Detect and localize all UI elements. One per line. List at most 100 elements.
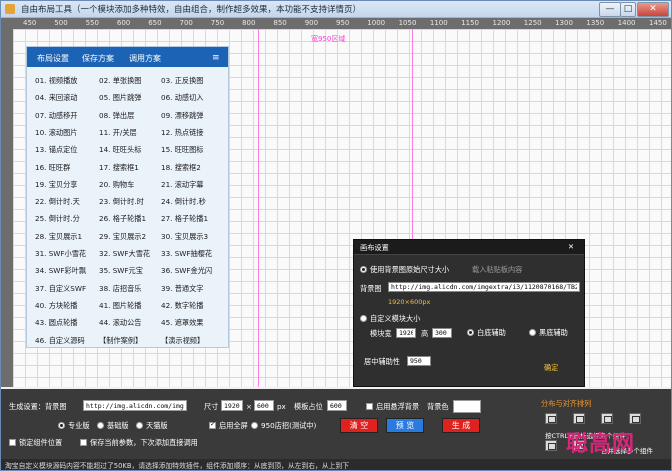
clear-button[interactable]: 清 空 — [340, 418, 378, 433]
generate-button[interactable]: 生 成 — [442, 418, 480, 433]
align-top-icon[interactable] — [545, 440, 557, 451]
effect-item[interactable]: 38. 店招音乐 — [99, 284, 141, 294]
bg-color-swatch[interactable] — [453, 400, 481, 413]
effect-item[interactable]: 02. 单张换图 — [99, 76, 141, 86]
menu-icon[interactable]: ≡ — [212, 53, 220, 63]
mode-tmall-label: 天猫版 — [146, 421, 168, 430]
tab-save-scheme[interactable]: 保存方案 — [82, 53, 114, 64]
effect-item[interactable]: 30. 宝贝展示3 — [161, 232, 208, 242]
module-height-input[interactable] — [432, 328, 452, 338]
effect-item[interactable]: 14. 旺旺头标 — [99, 145, 141, 155]
effect-item[interactable]: 37. 自定义SWF — [35, 284, 86, 294]
distribute-icon[interactable] — [629, 413, 641, 424]
ruler-tick: 550 — [85, 19, 99, 27]
gen-bg-url-input[interactable] — [83, 400, 187, 411]
bg-image-label: 背景图 — [360, 284, 382, 293]
effect-item[interactable]: 45. 遮罩效果 — [161, 318, 203, 328]
ruler-tick: 1150 — [461, 19, 480, 27]
effect-item[interactable]: 22. 倒计时.天 — [35, 197, 80, 207]
effect-item[interactable]: 12. 热点链接 — [161, 128, 203, 138]
custom-size-label: 自定义模块大小 — [370, 314, 421, 323]
dark-assist-radio[interactable] — [529, 329, 536, 336]
float-bg-checkbox[interactable] — [366, 403, 373, 410]
effect-item[interactable]: 43. 圆点轮播 — [35, 318, 77, 328]
size-width-input[interactable] — [221, 400, 243, 411]
effect-item[interactable]: 13. 锚点定位 — [35, 145, 77, 155]
close-button[interactable]: ✕ — [637, 2, 669, 17]
effect-item[interactable]: 27. 格子轮播1 — [161, 214, 208, 224]
effect-item[interactable]: 03. 正反换图 — [161, 76, 203, 86]
size-height-input[interactable] — [254, 400, 274, 411]
effect-item[interactable]: 32. SWF大雪花 — [99, 249, 150, 259]
confirm-button[interactable]: 确定 — [544, 363, 558, 373]
effect-item[interactable]: 15. 旺旺图标 — [161, 145, 203, 155]
effect-item[interactable]: 08. 弹出层 — [99, 111, 134, 121]
align-left-icon[interactable] — [545, 413, 557, 424]
effect-item[interactable]: 21. 滚动字幕 — [161, 180, 203, 190]
effect-item[interactable]: 25. 倒计时.分 — [35, 214, 80, 224]
save-params-checkbox[interactable] — [80, 439, 87, 446]
center-assist-input[interactable] — [407, 356, 431, 366]
effect-item[interactable]: 11. 开/关层 — [99, 128, 137, 138]
load-clipboard-button[interactable]: 载入粘贴板内容 — [472, 265, 522, 275]
mode-basic-radio[interactable] — [97, 422, 104, 429]
effect-item[interactable]: 07. 动感移开 — [35, 111, 77, 121]
ruler-tick: 1350 — [586, 19, 605, 27]
use-bg-size-radio[interactable] — [360, 266, 367, 273]
effect-item[interactable]: 20. 购物车 — [99, 180, 134, 190]
effect-item[interactable]: 24. 倒计时.秒 — [161, 197, 206, 207]
tab-layout-settings[interactable]: 布局设置 — [37, 53, 69, 64]
effect-item[interactable]: 40. 方块轮播 — [35, 301, 77, 311]
guide-label: 宽950区域 — [311, 35, 346, 43]
custom-size-radio[interactable] — [360, 315, 367, 322]
mode-pro-radio[interactable] — [58, 422, 65, 429]
maximize-button[interactable]: □ — [620, 2, 636, 17]
align-right-icon[interactable] — [601, 413, 613, 424]
effect-item[interactable]: 18. 搜索框2 — [161, 163, 201, 173]
fullscreen-checkbox[interactable] — [209, 420, 216, 429]
effect-item[interactable]: 26. 格子轮播1 — [99, 214, 146, 224]
effect-item[interactable]: 33. SWF抽樱花 — [161, 249, 212, 259]
effect-item[interactable]: 29. 宝贝展示2 — [99, 232, 146, 242]
shop950-label: 950店招(测试中) — [261, 421, 317, 430]
lock-position-checkbox[interactable] — [9, 439, 16, 446]
status-text: 淘宝自定义模块源码内容不能超过了50KB，请选择添加特效插件，组件添加顺序：从底… — [5, 462, 350, 470]
preview-button[interactable]: 预 览 — [386, 418, 424, 433]
module-width-input[interactable] — [396, 328, 416, 338]
white-assist-radio[interactable] — [467, 329, 474, 336]
effect-item[interactable]: 28. 宝贝展示1 — [35, 232, 82, 242]
effect-item[interactable]: 10. 滚动图片 — [35, 128, 77, 138]
effect-item[interactable]: 23. 倒计时.时 — [99, 197, 144, 207]
effect-item[interactable]: 【演示视频】 — [161, 336, 204, 346]
effect-item[interactable]: 39. 普通文字 — [161, 284, 203, 294]
shop950-radio[interactable] — [251, 422, 258, 429]
effect-item[interactable]: 35. SWF元宝 — [99, 266, 143, 276]
effect-item[interactable]: 16. 旺旺群 — [35, 163, 70, 173]
effect-item[interactable]: 【制作案例】 — [99, 336, 142, 346]
effect-item[interactable]: 42. 数字轮播 — [161, 301, 203, 311]
effect-item[interactable]: 04. 来回滚动 — [35, 93, 77, 103]
align-title: 分布与对齐排列 — [541, 399, 592, 408]
effect-item[interactable]: 46. 自定义源码 — [35, 336, 85, 346]
effect-item[interactable]: 44. 滚动公告 — [99, 318, 141, 328]
tab-load-scheme[interactable]: 调用方案 — [129, 53, 161, 64]
effect-item[interactable]: 34. SWF彩叶飘 — [35, 266, 86, 276]
ruler-tick: 1400 — [617, 19, 636, 27]
template-placeholder-input[interactable] — [327, 400, 347, 411]
effect-item[interactable]: 05. 图片跳弹 — [99, 93, 141, 103]
minimize-button[interactable]: — — [599, 2, 621, 17]
effect-item[interactable]: 01. 视频播放 — [35, 76, 77, 86]
dark-assist-label: 黑底辅助 — [539, 328, 568, 337]
effect-item[interactable]: 09. 漂移跳弹 — [161, 111, 203, 121]
effect-item[interactable]: 17. 搜索框1 — [99, 163, 139, 173]
status-bar: 淘宝自定义模块源码内容不能超过了50KB，请选择添加特效插件，组件添加顺序：从底… — [1, 459, 671, 470]
bg-image-url-input[interactable] — [388, 282, 580, 292]
effect-item[interactable]: 36. SWF金光闪 — [161, 266, 212, 276]
dialog-close-icon[interactable]: ✕ — [568, 242, 574, 251]
align-center-icon[interactable] — [573, 413, 585, 424]
effect-item[interactable]: 19. 宝贝分享 — [35, 180, 77, 190]
effect-item[interactable]: 06. 动感切入 — [161, 93, 203, 103]
mode-tmall-radio[interactable] — [136, 422, 143, 429]
effect-item[interactable]: 31. SWF小雪花 — [35, 249, 86, 259]
effect-item[interactable]: 41. 图片轮播 — [99, 301, 141, 311]
